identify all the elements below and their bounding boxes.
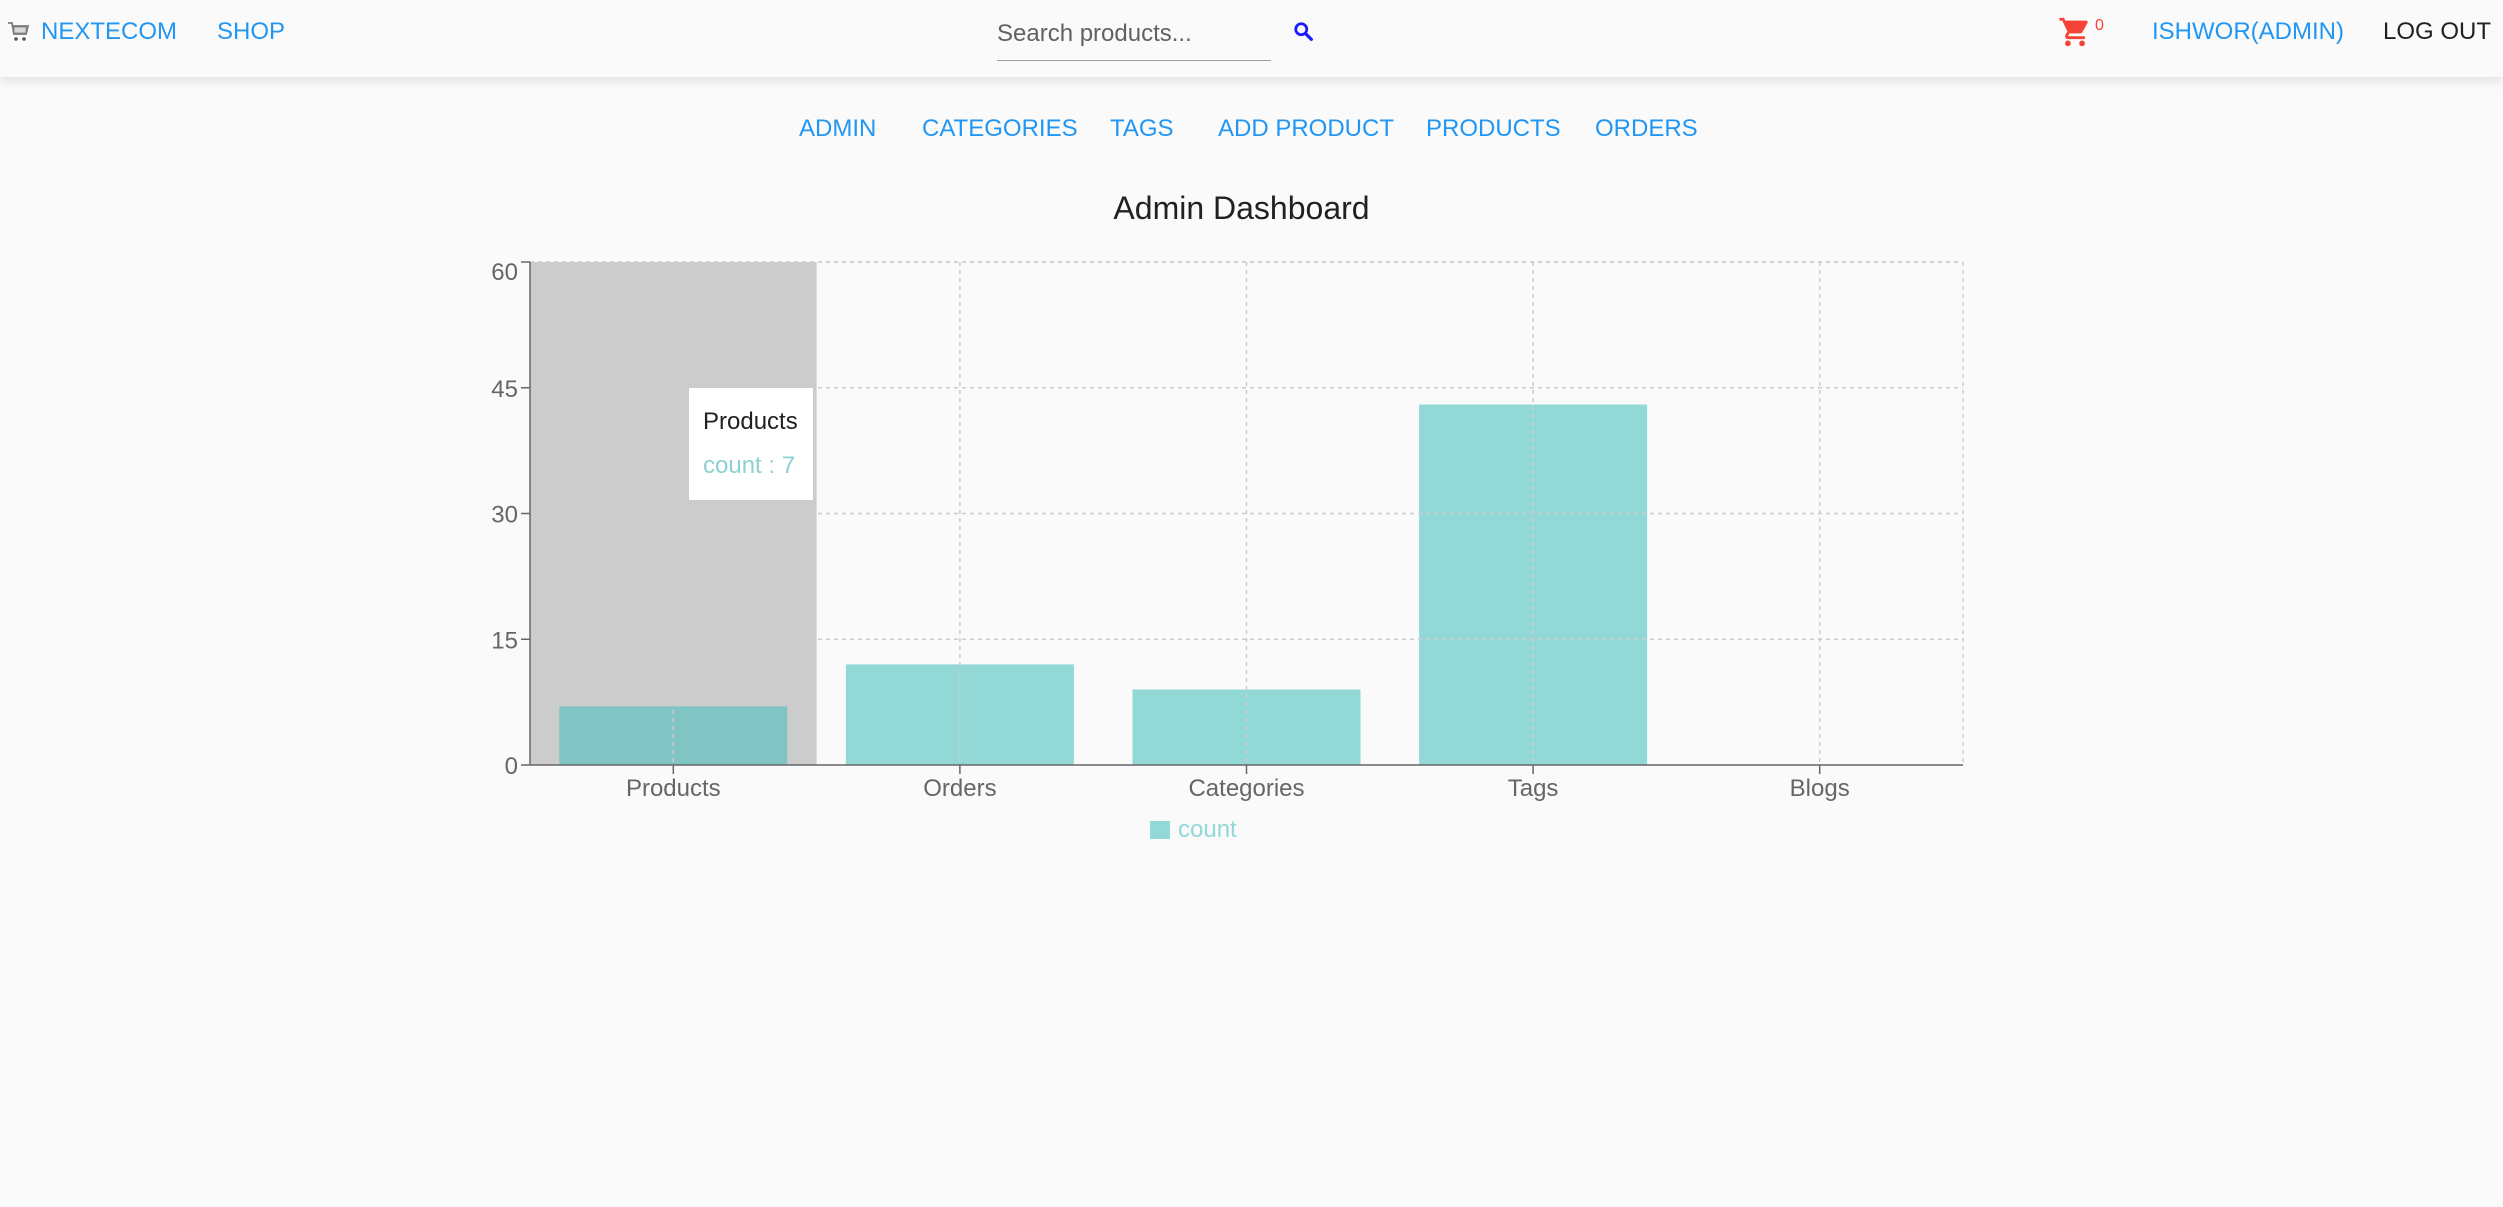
legend-swatch [1150,821,1170,839]
y-tick-label: 45 [491,376,518,403]
brand-link[interactable]: NEXTECOM [7,18,177,46]
x-tick-label: Orders [923,775,996,802]
top-navbar: NEXTECOM SHOP 0 ISHWOR(ADMIN) LOG OUT [0,0,2503,77]
search-field [997,12,1271,61]
x-tick-label: Tags [1508,775,1559,802]
y-tick-label: 30 [491,502,518,529]
legend-label: count [1178,816,1237,843]
user-menu-link[interactable]: ISHWOR(ADMIN) [2152,18,2344,46]
count-bar-chart: 0 15 30 45 60 Products Orders Categories Tags Blo… [491,259,1964,802]
x-tick-label: Categories [1188,775,1304,802]
search-input[interactable] [997,12,1267,56]
brand-label: NEXTECOM [41,18,178,45]
cart-icon [2059,17,2088,47]
logout-button[interactable]: LOG OUT [2383,18,2491,46]
tooltip-value: count : 7 [703,452,796,479]
shop-link[interactable]: SHOP [217,18,285,46]
shopping-cart-logo-icon [8,22,30,41]
x-tick-label: Products [626,775,721,802]
y-tick-label: 60 [491,259,518,286]
chart-legend[interactable]: count [1150,816,1237,844]
cart-button[interactable] [2058,15,2092,54]
y-tick-label: 0 [505,753,518,780]
x-tick-label: Blogs [1790,775,1850,802]
y-tick-label: 15 [491,627,518,654]
search-icon[interactable] [1293,21,1315,43]
chart-tooltip: Products count : 7 [688,387,814,501]
tooltip-label: Products [703,408,798,435]
cart-count-badge: 0 [2095,17,2104,34]
